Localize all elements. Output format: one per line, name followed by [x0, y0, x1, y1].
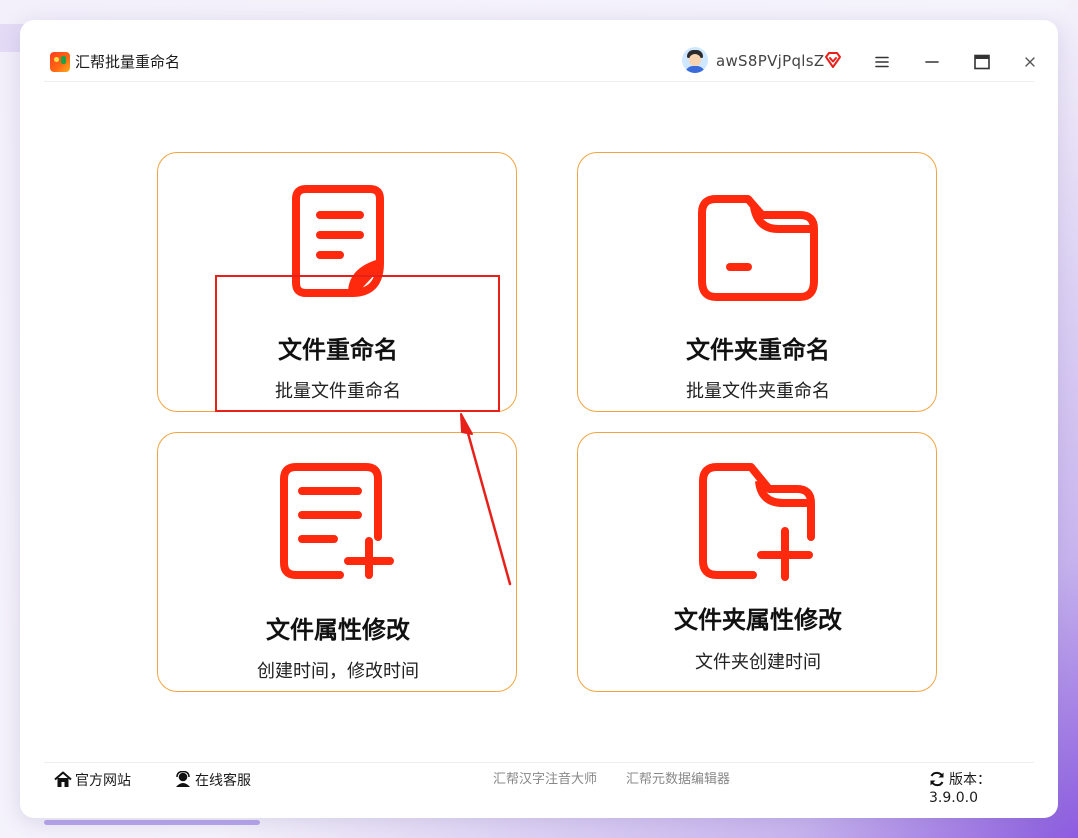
card-subtitle: 创建时间，修改时间: [257, 661, 419, 682]
online-service-label: 在线客服: [195, 773, 251, 789]
online-service-link[interactable]: 在线客服: [174, 770, 251, 790]
home-icon: [54, 771, 72, 787]
maximize-icon[interactable]: [970, 50, 994, 74]
vip-diamond-icon[interactable]: [824, 51, 842, 69]
folder-icon: [578, 193, 938, 303]
card-folder-attributes[interactable]: 文件夹属性修改 文件夹创建时间: [577, 432, 937, 692]
background-bar: [44, 820, 260, 825]
version-value: 3.9.0.0: [929, 790, 978, 806]
app-logo-icon: [50, 52, 70, 72]
avatar[interactable]: [682, 47, 708, 73]
menu-icon[interactable]: [870, 50, 894, 74]
customer-service-icon: [176, 770, 190, 787]
title-bar: 汇帮批量重命名 awS8PVjPqlsZ: [44, 42, 1035, 82]
card-title: 文件夹重命名: [686, 336, 830, 364]
version-label: 版本：: [949, 772, 991, 788]
official-site-label: 官方网站: [75, 773, 131, 789]
username[interactable]: awS8PVjPqlsZ: [716, 51, 824, 71]
folder-add-icon: [578, 463, 938, 581]
card-folder-rename[interactable]: 文件夹重命名 批量文件夹重命名: [577, 152, 937, 412]
footer-bar: 官方网站 在线客服 汇帮汉字注音大师 汇帮元数据编辑器 版本： 3.9.0.0: [44, 762, 1034, 806]
minimize-icon[interactable]: [920, 50, 944, 74]
app-window: 汇帮批量重命名 awS8PVjPqlsZ 文件重命名 批量文件重命名 文件夹重命…: [20, 20, 1058, 818]
document-icon: [158, 185, 518, 299]
refresh-icon[interactable]: [929, 771, 945, 787]
close-icon[interactable]: [1018, 50, 1042, 74]
card-title: 文件夹属性修改: [674, 606, 842, 634]
app-link-pinyin[interactable]: 汇帮汉字注音大师: [493, 771, 597, 789]
official-site-link[interactable]: 官方网站: [54, 771, 131, 790]
card-file-rename[interactable]: 文件重命名 批量文件重命名: [157, 152, 517, 412]
card-file-attributes[interactable]: 文件属性修改 创建时间，修改时间: [157, 432, 517, 692]
card-subtitle: 批量文件重命名: [275, 381, 401, 402]
card-title: 文件重命名: [278, 336, 398, 364]
document-add-icon: [158, 463, 518, 581]
app-link-metadata[interactable]: 汇帮元数据编辑器: [626, 771, 730, 789]
card-subtitle: 批量文件夹重命名: [686, 381, 830, 402]
card-subtitle: 文件夹创建时间: [695, 652, 821, 673]
card-title: 文件属性修改: [266, 616, 410, 644]
version-info: 版本： 3.9.0.0: [929, 771, 1034, 807]
app-title: 汇帮批量重命名: [75, 53, 181, 71]
